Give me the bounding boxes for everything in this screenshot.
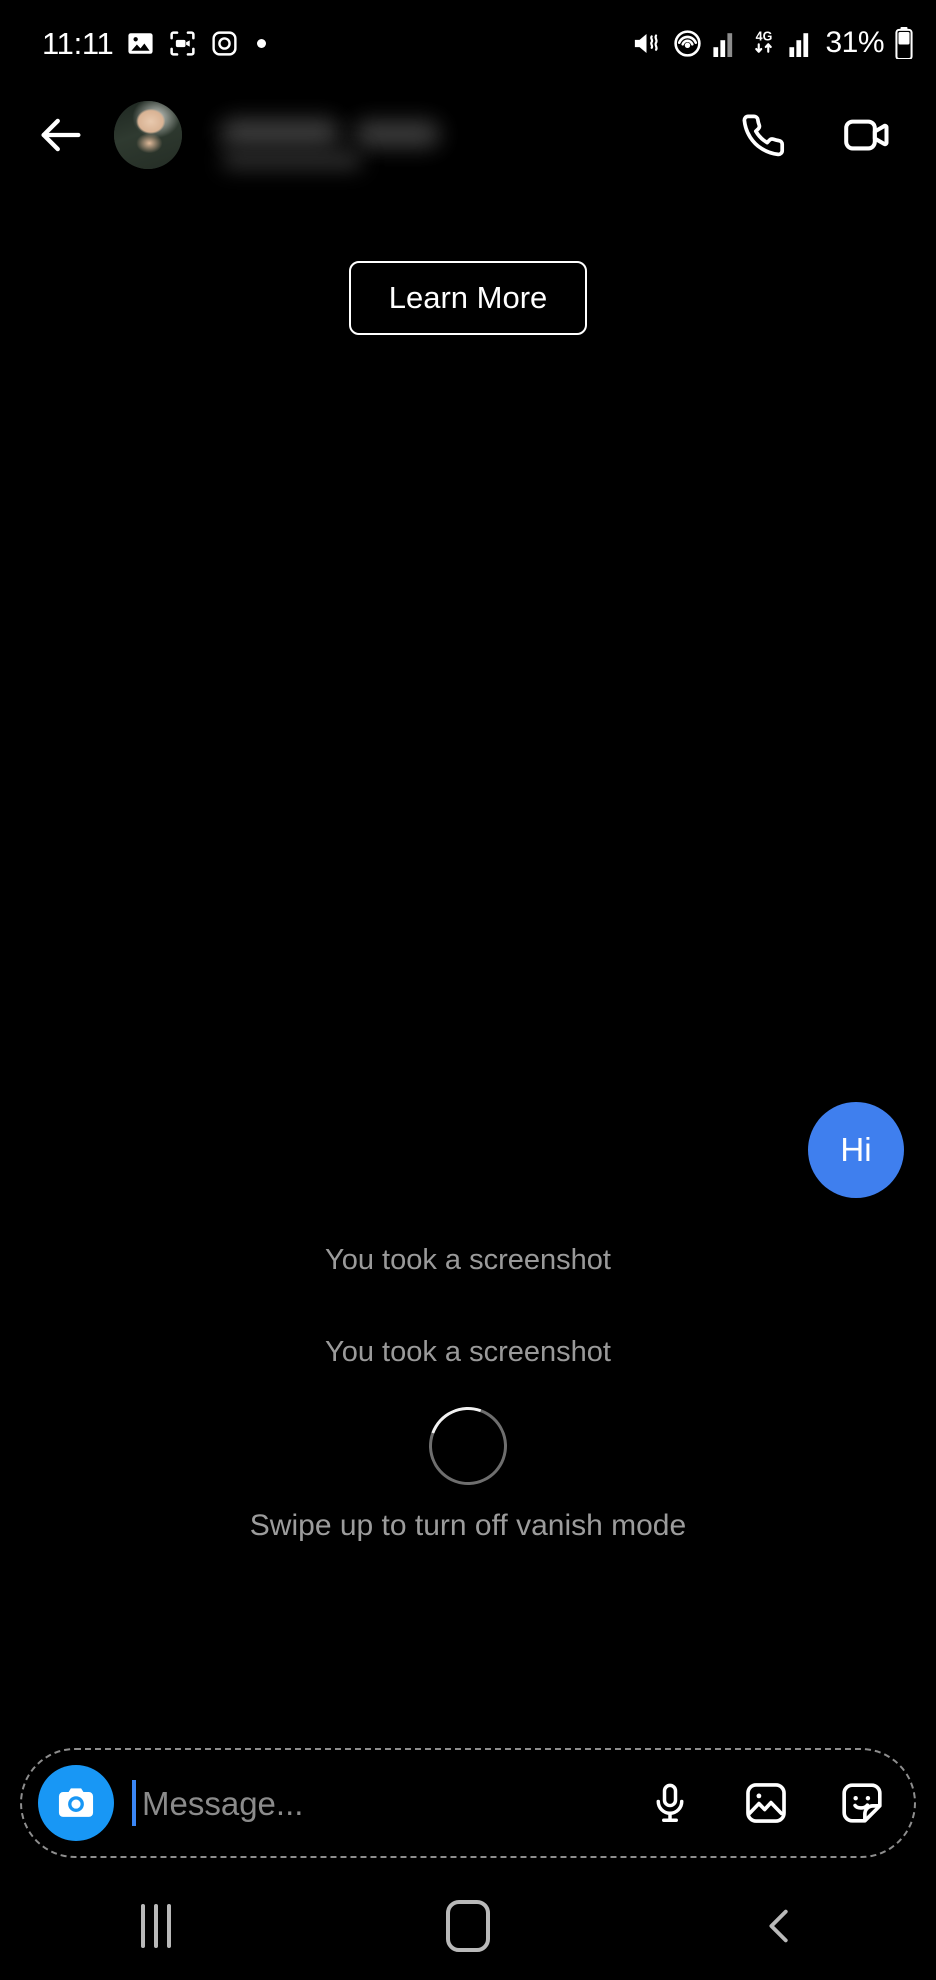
status-bar: 11:11 4G 31% [0,0,936,86]
message-input-field[interactable]: Message... [132,1780,644,1826]
username-blur-block-3 [222,151,362,169]
data-transfer-icon: 4G [749,28,779,58]
gallery-button[interactable] [740,1777,792,1829]
instagram-icon [210,29,239,58]
username-blur-block-1 [220,119,340,147]
loading-spinner-icon [416,1394,520,1498]
sound-vibrate-off-icon [631,28,662,59]
system-message-screenshot-1: You took a screenshot [325,1244,611,1276]
status-bar-left: 11:11 [42,25,267,61]
message-placeholder: Message... [142,1784,304,1822]
android-navigation-bar [0,1872,936,1980]
home-icon [446,1900,490,1952]
video-call-button[interactable] [838,106,896,164]
input-bar-icons [644,1777,888,1829]
text-caret [132,1780,136,1826]
audio-call-button[interactable] [734,106,792,164]
microphone-button[interactable] [644,1777,696,1829]
notification-dot-icon [257,38,267,48]
username-redacted[interactable] [212,97,448,173]
nav-recents-button[interactable] [96,1886,216,1966]
status-bar-clock: 11:11 [42,25,114,61]
signal-bars-icon [713,29,739,57]
gallery-icon [126,29,155,58]
message-row-outgoing: Hi [0,1102,936,1198]
message-thread: Learn More Hi You took a screenshot You … [0,184,936,1728]
chat-header [0,86,936,184]
battery-icon [894,27,914,59]
system-message-screenshot-2: You took a screenshot [325,1336,611,1368]
header-actions [734,106,910,164]
nav-home-button[interactable] [408,1886,528,1966]
back-chevron-icon [769,1909,788,1943]
status-bar-right: 4G 31% [631,26,914,60]
svg-text:4G: 4G [756,30,773,44]
learn-more-button[interactable]: Learn More [348,261,588,335]
battery-percent-label: 31% [825,26,884,59]
learn-more-wrap: Learn More [0,261,936,335]
nav-back-button[interactable] [720,1886,840,1966]
phone-screen: 11:11 4G 31% Learn More Hi You took a sc… [0,0,936,1980]
recents-icon [141,1904,171,1948]
spinner-wrap [0,1394,936,1498]
screen-recorder-icon [168,29,197,58]
hotspot-icon [672,28,703,59]
camera-button[interactable] [38,1765,114,1841]
back-button[interactable] [30,104,92,166]
sticker-button[interactable] [836,1777,888,1829]
username-blur-block-2 [354,121,440,147]
message-bubble[interactable]: Hi [808,1102,904,1198]
avatar[interactable] [114,101,182,169]
vanish-mode-hint: Swipe up to turn off vanish mode [249,1509,687,1542]
message-input-bar: Message... [20,1748,916,1858]
avatar-image [114,101,182,169]
signal-bars-2-icon [789,29,815,57]
